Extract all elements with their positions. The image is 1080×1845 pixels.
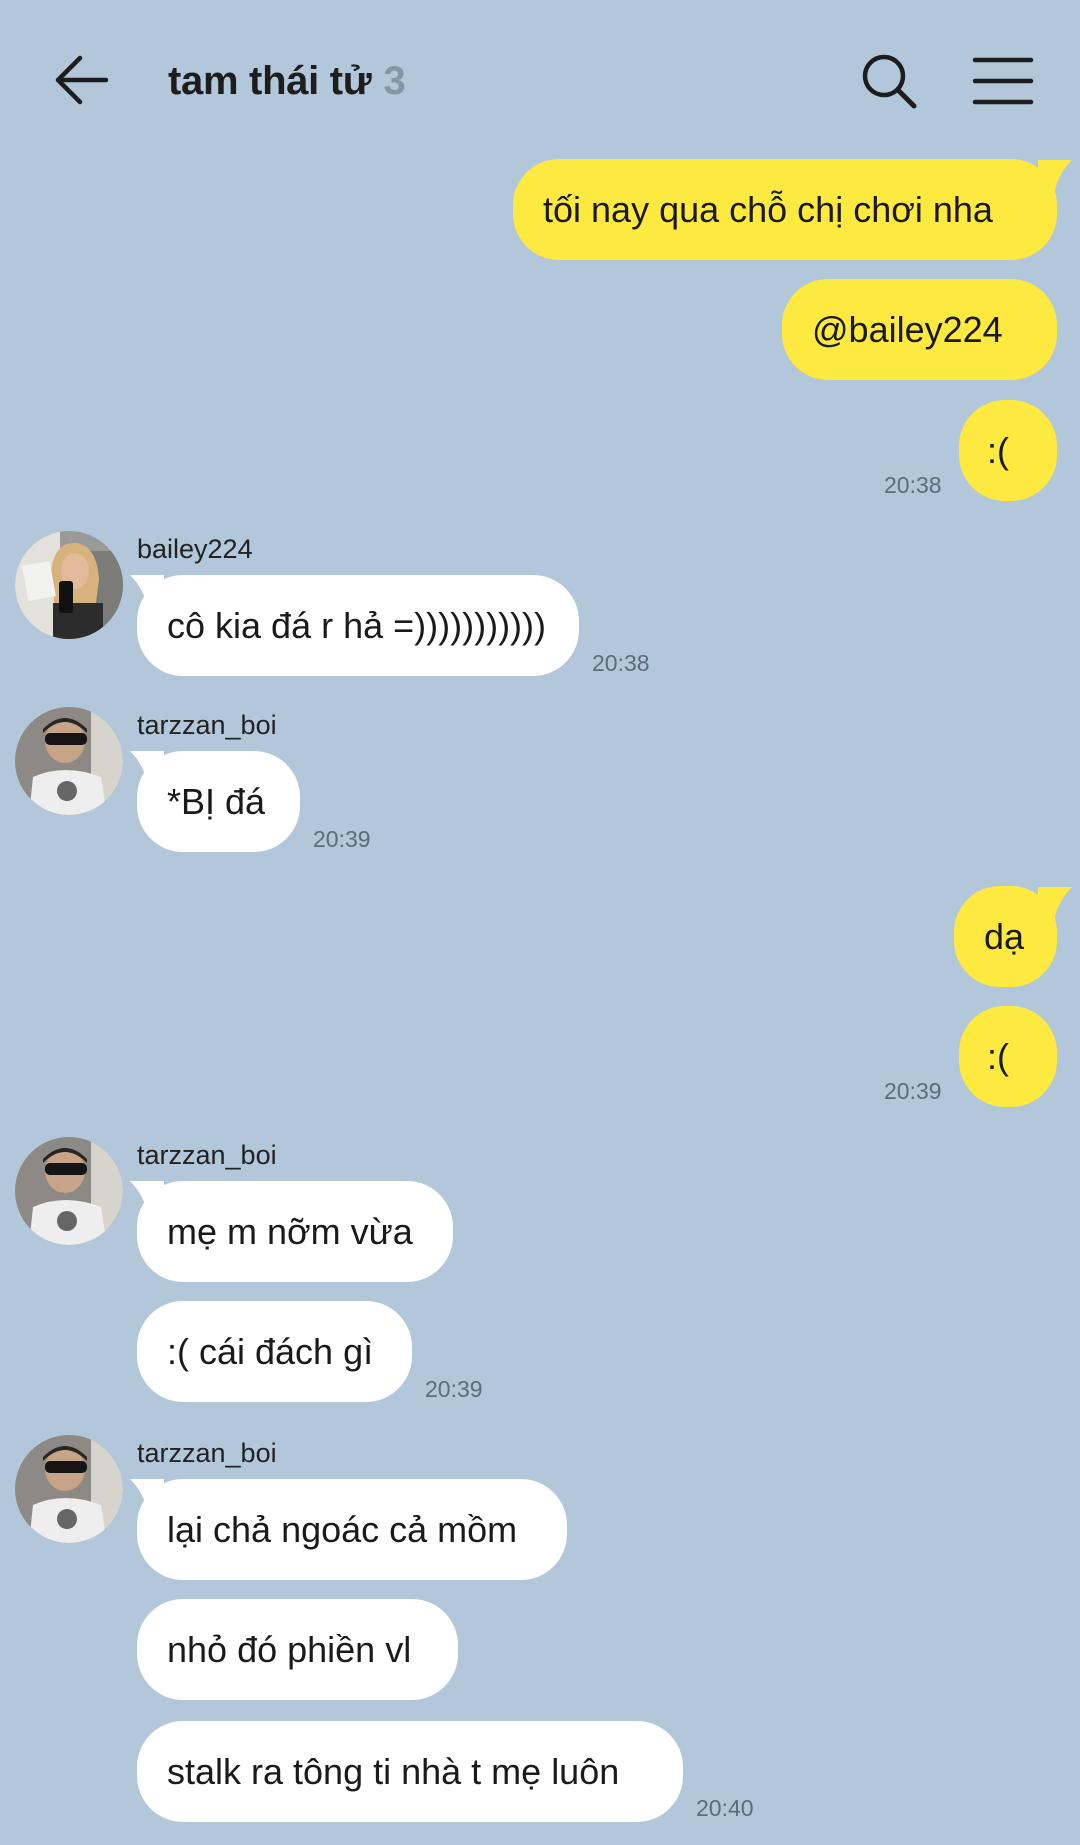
- message-text: dạ: [984, 915, 1025, 957]
- chat-screen: tam thái tử 3 tối nay qua chỗ chị chơi n…: [0, 0, 1080, 1845]
- message-text: mẹ m nỡm vừa: [167, 1210, 413, 1252]
- message-timestamp: 20:38: [884, 472, 942, 498]
- avatar-image: [15, 1137, 123, 1245]
- message-timestamp: 20:39: [884, 1078, 942, 1104]
- bubble-tail: [130, 751, 164, 785]
- hamburger-menu-icon: [972, 57, 1034, 105]
- bubble-tail: [130, 1479, 164, 1513]
- message-text: :(: [987, 1035, 1009, 1077]
- avatar-image: [15, 707, 123, 815]
- message-text: :(: [987, 429, 1009, 471]
- sender-name: tarzzan_boi: [137, 1140, 277, 1170]
- avatar-image: [15, 531, 123, 639]
- message-timestamp: 20:38: [592, 650, 650, 676]
- message-text: lại chả ngoác cả mồm: [167, 1508, 518, 1550]
- message-text: @bailey224: [812, 308, 1003, 350]
- bubble-tail: [1038, 887, 1072, 921]
- sender-name: tarzzan_boi: [137, 710, 277, 740]
- outgoing-message[interactable]: :(: [959, 400, 1057, 501]
- message-text: :( cái đách gì: [167, 1330, 374, 1372]
- back-button[interactable]: [52, 50, 112, 110]
- bubble-tail: [130, 575, 164, 609]
- message-text: nhỏ đó phiền vl: [167, 1628, 412, 1670]
- incoming-message[interactable]: nhỏ đó phiền vl: [137, 1599, 458, 1700]
- bubble-tail: [1038, 160, 1072, 194]
- incoming-message[interactable]: mẹ m nỡm vừa: [137, 1181, 453, 1282]
- arrow-left-icon: [55, 55, 109, 105]
- avatar-tarzzan-boi[interactable]: [15, 707, 123, 815]
- bubble-tail: [130, 1181, 164, 1215]
- chat-title-group[interactable]: tam thái tử 3: [168, 56, 406, 106]
- incoming-message[interactable]: lại chả ngoác cả mồm: [137, 1479, 567, 1580]
- sender-name: bailey224: [137, 534, 253, 564]
- avatar-bailey224[interactable]: [15, 531, 123, 639]
- member-count: 3: [383, 58, 406, 103]
- menu-button[interactable]: [972, 56, 1034, 106]
- outgoing-message[interactable]: :(: [959, 1006, 1057, 1107]
- message-text: *BỊ đá: [167, 780, 266, 822]
- message-timestamp: 20:40: [696, 1795, 754, 1821]
- search-icon: [862, 54, 917, 109]
- avatar-tarzzan-boi[interactable]: [15, 1435, 123, 1543]
- message-text: tối nay qua chỗ chị chơi nha: [543, 188, 993, 230]
- outgoing-message[interactable]: @bailey224: [782, 279, 1057, 380]
- chat-title: tam thái tử: [168, 58, 372, 103]
- incoming-message[interactable]: :( cái đách gì: [137, 1301, 412, 1402]
- avatar-image: [15, 1435, 123, 1543]
- incoming-message[interactable]: stalk ra tông ti nhà t mẹ luôn: [137, 1721, 683, 1822]
- chat-header: tam thái tử 3: [0, 0, 1080, 160]
- message-text: cô kia đá r hả =))))))))))): [167, 604, 547, 646]
- message-text: stalk ra tông ti nhà t mẹ luôn: [167, 1750, 620, 1792]
- message-timestamp: 20:39: [425, 1376, 483, 1402]
- message-timestamp: 20:39: [313, 826, 371, 852]
- avatar-tarzzan-boi[interactable]: [15, 1137, 123, 1245]
- search-button[interactable]: [860, 52, 918, 110]
- outgoing-message[interactable]: tối nay qua chỗ chị chơi nha: [513, 159, 1057, 260]
- sender-name: tarzzan_boi: [137, 1438, 277, 1468]
- incoming-message[interactable]: cô kia đá r hả =))))))))))): [137, 575, 579, 676]
